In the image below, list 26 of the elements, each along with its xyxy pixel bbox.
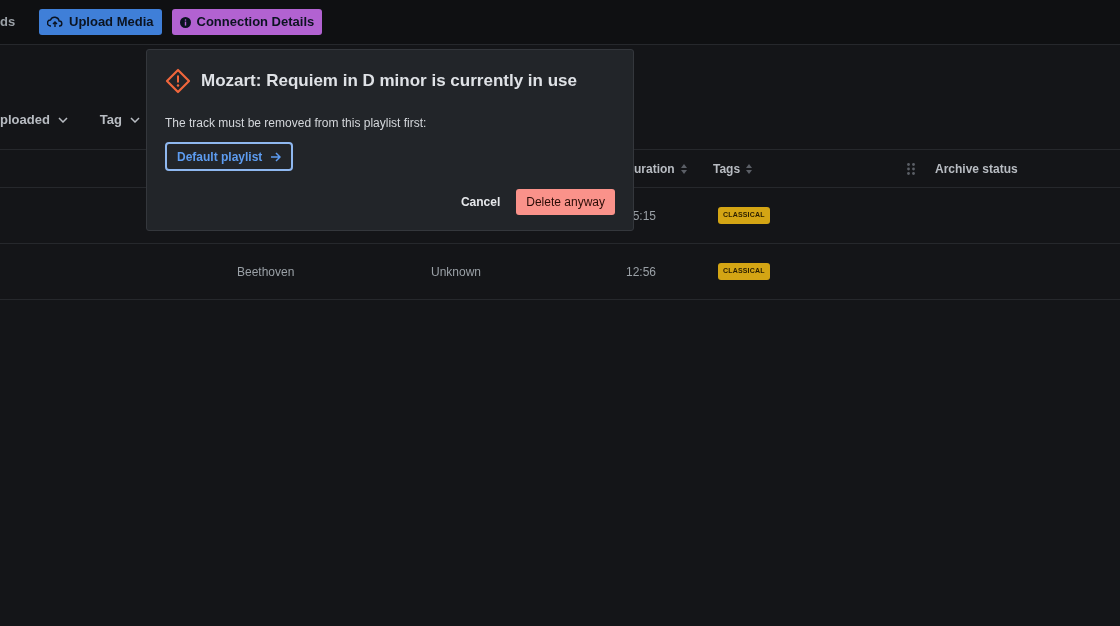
column-header[interactable]: uration <box>634 159 675 178</box>
nav-label[interactable]: ds <box>0 12 39 32</box>
sort-icon[interactable] <box>746 163 753 174</box>
upload-media-button[interactable]: Upload Media <box>39 9 162 35</box>
warning-icon <box>165 68 191 94</box>
dialog-message: The track must be removed from this playlist first: <box>165 115 428 132</box>
sort-icon[interactable] <box>680 163 687 174</box>
column-header[interactable]: Archive status <box>935 159 1018 178</box>
chevron-down-icon <box>130 117 140 123</box>
delete-anyway-button[interactable]: Delete anyway <box>516 189 615 215</box>
filter-dropdown[interactable]: ploaded <box>0 110 68 130</box>
info-icon <box>179 16 191 28</box>
table-cell: 12:56 <box>625 264 656 279</box>
connection-details-button[interactable]: Connection Details <box>171 9 323 35</box>
table-cell: 5:15 <box>632 208 656 223</box>
column-header[interactable]: Tags <box>713 159 741 178</box>
dialog-title: Mozart: Requiem in D minor is currently in use <box>201 70 577 93</box>
playlist-link-button[interactable]: Default playlist <box>165 142 294 171</box>
table-cell: Unknown <box>431 264 482 279</box>
cloud-upload-icon <box>47 16 63 28</box>
arrow-right-icon <box>270 151 282 162</box>
chevron-down-icon <box>57 117 68 123</box>
drag-handle-icon[interactable] <box>907 162 915 175</box>
filter-dropdown[interactable]: Tag <box>99 110 140 130</box>
table-cell: Beethoven <box>237 264 295 279</box>
cancel-button[interactable]: Cancel <box>460 193 501 211</box>
